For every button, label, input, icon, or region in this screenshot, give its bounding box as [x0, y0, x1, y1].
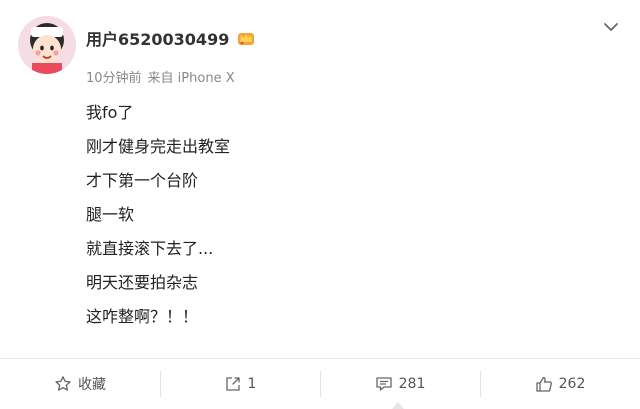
action-bar: 收藏 1 281 262 [0, 359, 640, 409]
chevron-down-icon[interactable] [601, 19, 621, 35]
vip-crown-icon [237, 30, 255, 46]
post-line: 这咋整啊？！！ [86, 307, 199, 326]
favorite-button[interactable]: 收藏 [0, 359, 160, 409]
post-source: 来自 iPhone X [147, 71, 235, 86]
post-line: 明天还要拍杂志 [86, 273, 199, 292]
repost-count: 1 [247, 376, 257, 392]
post-line: 才下第一个台阶 [86, 171, 199, 190]
like-button[interactable]: 262 [480, 359, 640, 409]
post-line: 就直接滚下去了... [86, 239, 214, 258]
repost-icon [224, 375, 242, 393]
repost-button[interactable]: 1 [160, 359, 320, 409]
post-line: 腿一软 [86, 205, 135, 224]
post-line: 刚才健身完走出教室 [86, 137, 231, 156]
avatar-image [18, 16, 76, 74]
avatar[interactable] [18, 16, 76, 74]
post-line: 我fo了 [86, 103, 134, 122]
like-count: 262 [558, 376, 586, 392]
post-time: 10分钟前 [86, 71, 142, 86]
username[interactable]: 用户6520030499 [86, 26, 229, 50]
comment-icon [375, 375, 393, 393]
post-meta: 10分钟前 来自 iPhone X [86, 67, 235, 86]
weibo-post: 用户6520030499 10分钟前 来自 iPhone X 我fo了 刚才健身完… [0, 0, 640, 409]
comment-indicator [392, 402, 404, 409]
thumbs-up-icon [535, 375, 553, 393]
comment-count: 281 [398, 376, 426, 392]
favorite-label: 收藏 [78, 377, 106, 393]
post-header: 用户6520030499 [86, 26, 255, 50]
post-content: 我fo了 刚才健身完走出教室 才下第一个台阶 腿一软 就直接滚下去了... 明天… [86, 96, 230, 334]
star-icon [54, 375, 72, 393]
